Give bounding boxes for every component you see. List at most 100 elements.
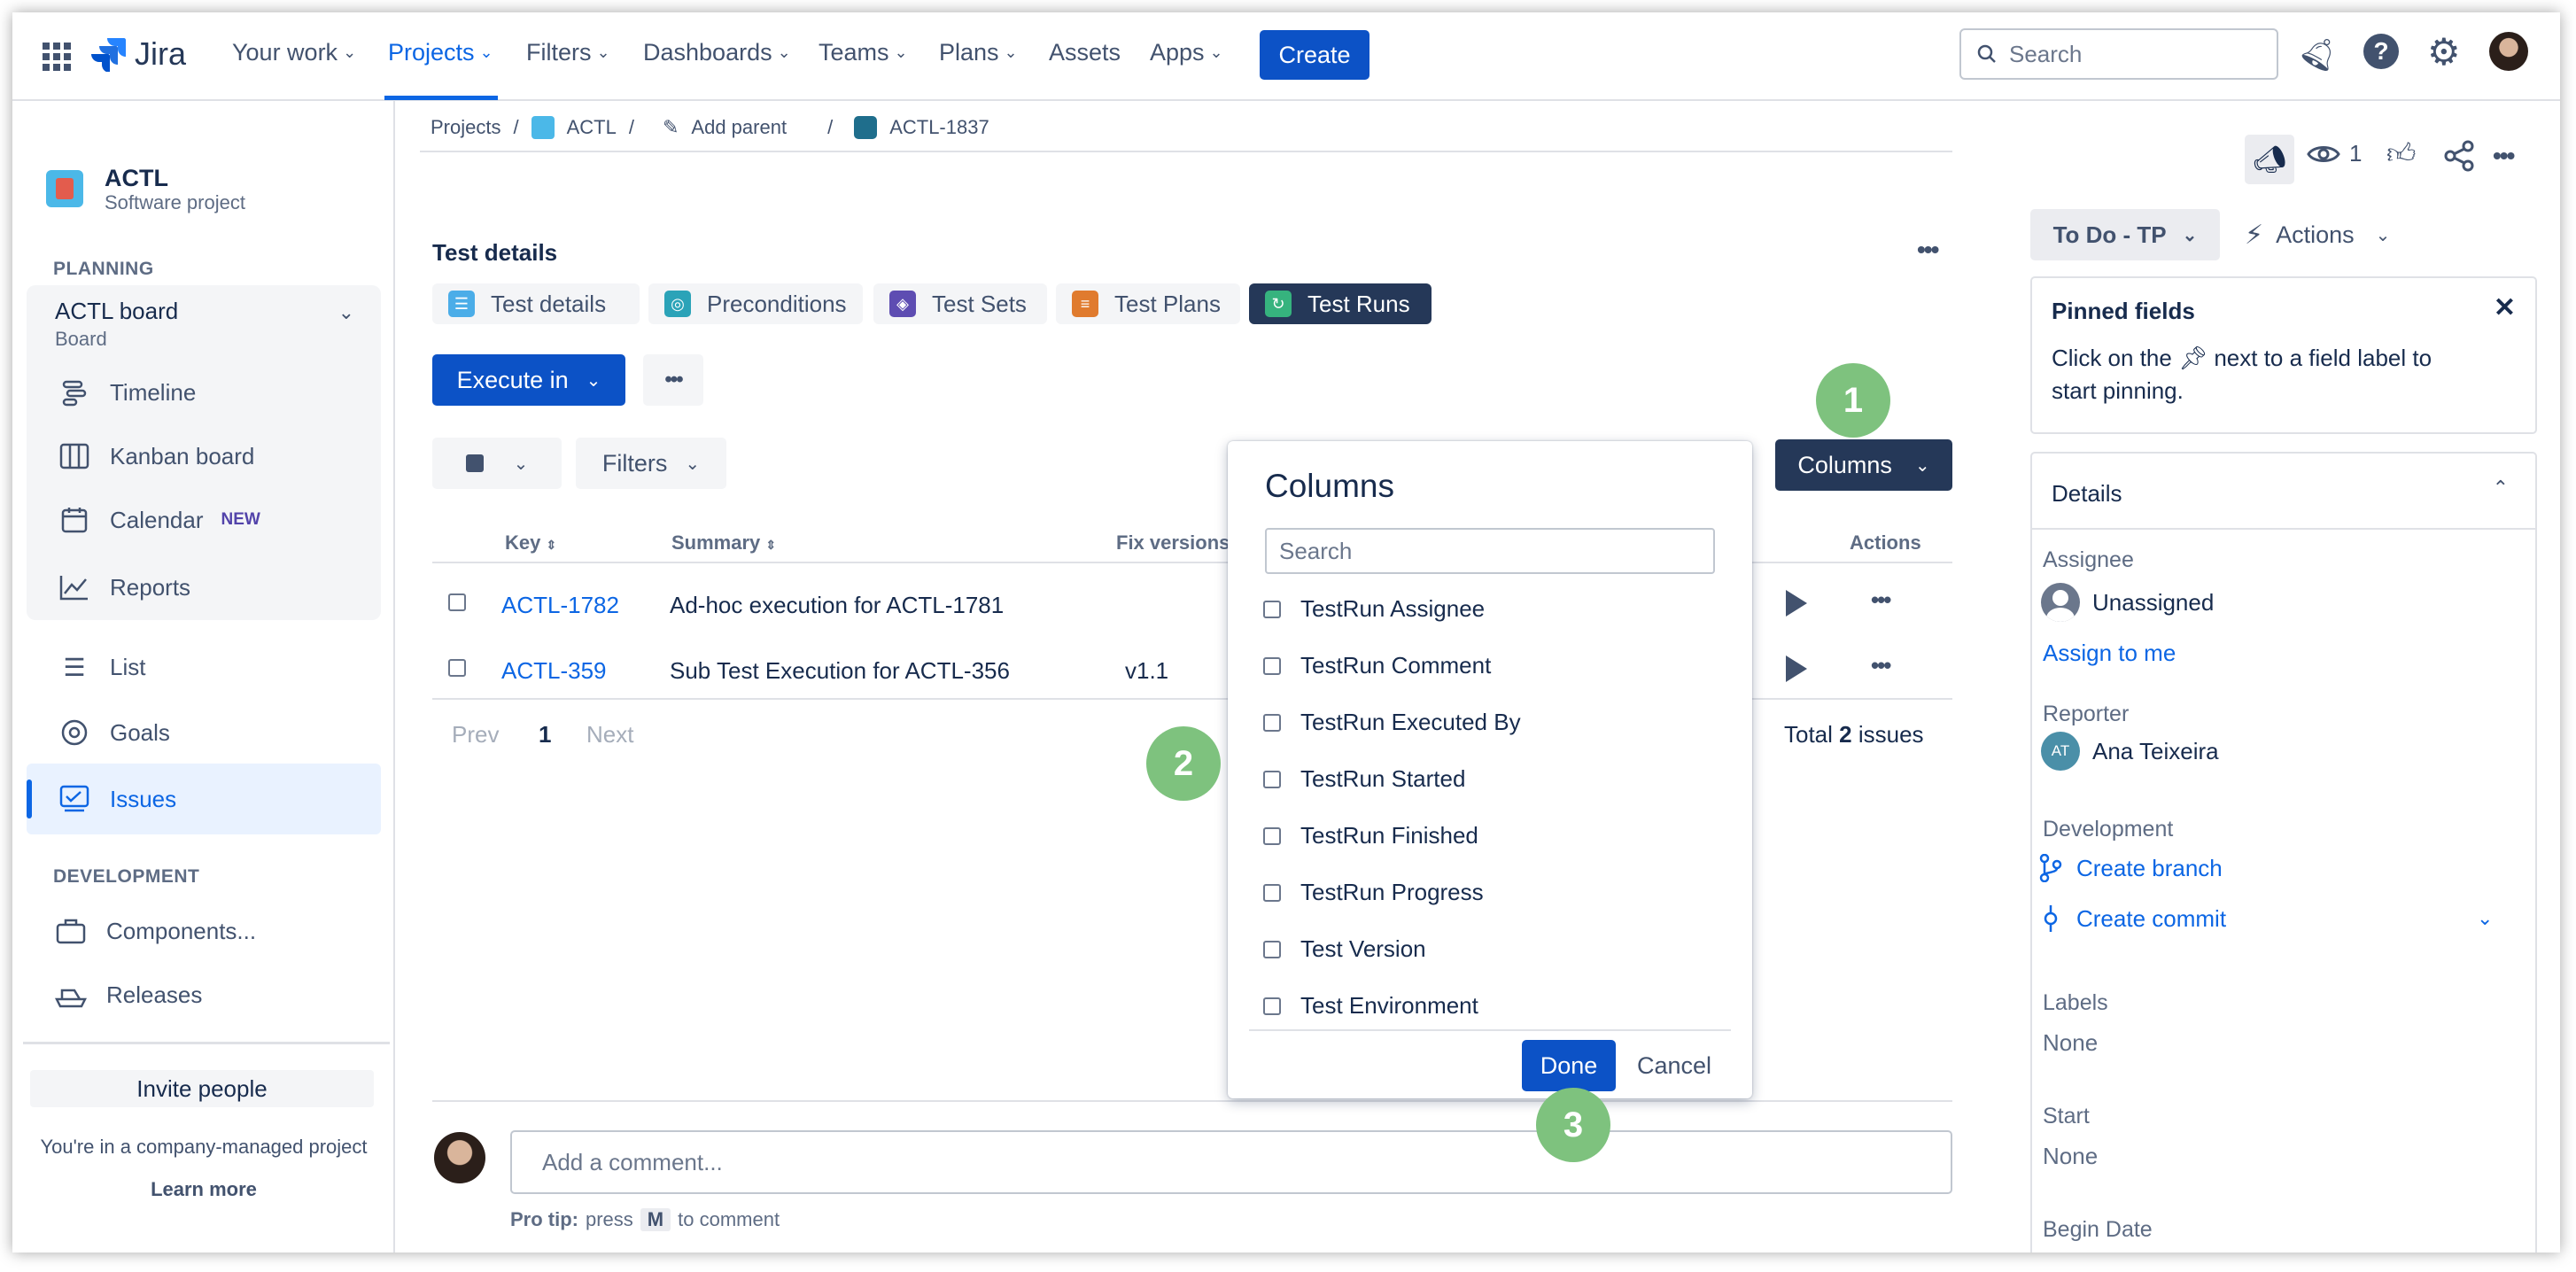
comment-input[interactable]: Add a comment...	[510, 1130, 1952, 1194]
tab-test-details[interactable]: ☰ Test details	[432, 283, 640, 324]
nav-label: Assets	[1049, 39, 1121, 66]
play-icon[interactable]	[1786, 655, 1807, 682]
nav-plans[interactable]: Plans ⌄	[939, 39, 1018, 66]
feedback-button[interactable]: 📣︎	[2245, 135, 2294, 184]
table-header-fix-versions[interactable]: Fix versions	[1116, 531, 1230, 555]
row-key[interactable]: ACTL-1782	[501, 592, 619, 619]
pagination-prev[interactable]: Prev	[452, 721, 499, 748]
watch-button[interactable]: 1	[2307, 140, 2362, 167]
status-dropdown[interactable]: To Do - TP ⌄	[2030, 209, 2220, 260]
row-more-icon[interactable]: •••	[1871, 586, 1891, 614]
column-option[interactable]: TestRun Executed By	[1263, 709, 1521, 736]
column-option[interactable]: TestRun Progress	[1263, 879, 1484, 906]
column-option[interactable]: TestRun Started	[1263, 765, 1465, 793]
pagination-next[interactable]: Next	[586, 721, 633, 748]
tab-label: Test Plans	[1114, 290, 1221, 317]
nav-your-work[interactable]: Your work ⌄	[232, 39, 356, 66]
sidebar-item-issues[interactable]: Issues	[27, 764, 381, 834]
column-checkbox[interactable]	[1263, 997, 1281, 1015]
nav-filters[interactable]: Filters ⌄	[526, 39, 610, 66]
columns-button[interactable]: Columns ⌄	[1775, 439, 1952, 491]
cancel-button[interactable]: Cancel	[1625, 1040, 1724, 1091]
table-header-key[interactable]: Key ⇕	[505, 531, 556, 555]
notifications-icon[interactable]: 🔔︎	[2295, 28, 2346, 78]
column-option[interactable]: TestRun Assignee	[1263, 595, 1485, 623]
nav-assets[interactable]: Assets	[1049, 39, 1121, 66]
help-icon[interactable]: ?	[2363, 34, 2399, 69]
row-more-icon[interactable]: •••	[1871, 652, 1891, 679]
start-value[interactable]: None	[2043, 1143, 2098, 1170]
select-all-dropdown[interactable]: ⌄	[432, 438, 562, 489]
chevron-down-icon[interactable]: ⌄	[2477, 907, 2493, 930]
global-search-input[interactable]: Search	[1959, 28, 2278, 80]
pagination-page[interactable]: 1	[539, 721, 551, 748]
app-switcher-icon[interactable]	[43, 43, 71, 71]
tab-test-plans[interactable]: ≡ Test Plans	[1056, 283, 1240, 324]
sidebar-item-reports[interactable]: Reports	[39, 556, 390, 618]
column-checkbox[interactable]	[1263, 883, 1281, 902]
column-checkbox[interactable]	[1263, 826, 1281, 845]
share-icon[interactable]	[2443, 140, 2475, 176]
sidebar-item-components[interactable]: Components...	[35, 900, 386, 962]
labels-value[interactable]: None	[2043, 1029, 2098, 1057]
tab-test-sets[interactable]: ◈ Test Sets	[873, 283, 1047, 324]
breadcrumb-project[interactable]: ACTL	[567, 116, 617, 139]
issue-more-icon[interactable]: •••	[2493, 142, 2515, 170]
more-actions-button[interactable]: •••	[643, 354, 703, 406]
breadcrumb-projects[interactable]: Projects	[431, 116, 500, 139]
board-switcher[interactable]: ACTL board Board ⌄	[27, 289, 381, 356]
nav-teams[interactable]: Teams ⌄	[819, 39, 908, 66]
nav-dashboards[interactable]: Dashboards ⌄	[643, 39, 791, 66]
sidebar-item-goals[interactable]: Goals	[39, 702, 390, 764]
close-icon[interactable]: ✕	[2494, 292, 2516, 323]
column-checkbox[interactable]	[1263, 656, 1281, 675]
sidebar-item-list[interactable]: ☰ List	[39, 636, 390, 698]
sidebar-item-kanban[interactable]: Kanban board	[39, 425, 390, 487]
column-option[interactable]: TestRun Finished	[1263, 822, 1478, 849]
sidebar-item-timeline[interactable]: Timeline	[39, 361, 390, 423]
play-icon[interactable]	[1786, 590, 1807, 617]
sidebar-item-releases[interactable]: Releases	[35, 964, 386, 1026]
columns-search-input[interactable]: Search	[1265, 528, 1715, 574]
actions-dropdown[interactable]: ⚡︎ Actions ⌄	[2245, 209, 2390, 260]
project-avatar[interactable]	[46, 170, 83, 207]
add-parent-link[interactable]: Add parent	[691, 116, 787, 139]
invite-people-button[interactable]: Invite people	[30, 1070, 374, 1107]
column-checkbox[interactable]	[1263, 770, 1281, 788]
column-checkbox[interactable]	[1263, 600, 1281, 618]
more-options-icon[interactable]: •••	[1917, 236, 1939, 264]
breadcrumb-issue[interactable]: ACTL-1837	[889, 116, 989, 139]
row-checkbox[interactable]	[448, 593, 466, 611]
tab-test-runs[interactable]: ↻ Test Runs	[1249, 283, 1432, 324]
create-commit-link[interactable]: Create commit	[2039, 904, 2226, 934]
jira-logo[interactable]: Jira	[90, 35, 186, 73]
settings-icon[interactable]: ⚙	[2427, 30, 2461, 74]
column-option[interactable]: Test Version	[1263, 935, 1426, 963]
row-checkbox[interactable]	[448, 659, 466, 677]
board-sub: Board	[55, 328, 107, 350]
column-option[interactable]: TestRun Comment	[1263, 652, 1491, 679]
breadcrumb-separator: /	[628, 116, 634, 138]
user-avatar[interactable]	[2489, 32, 2528, 71]
create-branch-link[interactable]: Create branch	[2039, 854, 2223, 882]
tab-preconditions[interactable]: ◎ Preconditions	[648, 283, 863, 324]
nav-projects[interactable]: Projects ⌄	[388, 39, 493, 66]
column-checkbox[interactable]	[1263, 940, 1281, 958]
assign-to-me-link[interactable]: Assign to me	[2043, 640, 2176, 667]
assignee-field[interactable]: Unassigned	[2041, 583, 2214, 622]
learn-more-link[interactable]: Learn more	[30, 1178, 377, 1201]
column-option[interactable]: Test Environment	[1263, 992, 1478, 1020]
details-header[interactable]: Details ⌃	[2032, 454, 2535, 530]
reporter-field[interactable]: AT Ana Teixeira	[2041, 732, 2219, 771]
project-name[interactable]: ACTL	[105, 165, 168, 192]
filters-button[interactable]: Filters ⌄	[576, 438, 726, 489]
table-header-summary[interactable]: Summary ⇕	[671, 531, 776, 555]
sidebar-item-calendar[interactable]: Calendar NEW	[39, 489, 390, 551]
row-key[interactable]: ACTL-359	[501, 657, 607, 685]
like-icon[interactable]: 👍︎	[2386, 136, 2416, 171]
execute-in-button[interactable]: Execute in ⌄	[432, 354, 625, 406]
nav-apps[interactable]: Apps ⌄	[1150, 39, 1223, 66]
create-button[interactable]: Create	[1260, 30, 1369, 80]
column-checkbox[interactable]	[1263, 713, 1281, 732]
done-button[interactable]: Done	[1522, 1040, 1616, 1091]
